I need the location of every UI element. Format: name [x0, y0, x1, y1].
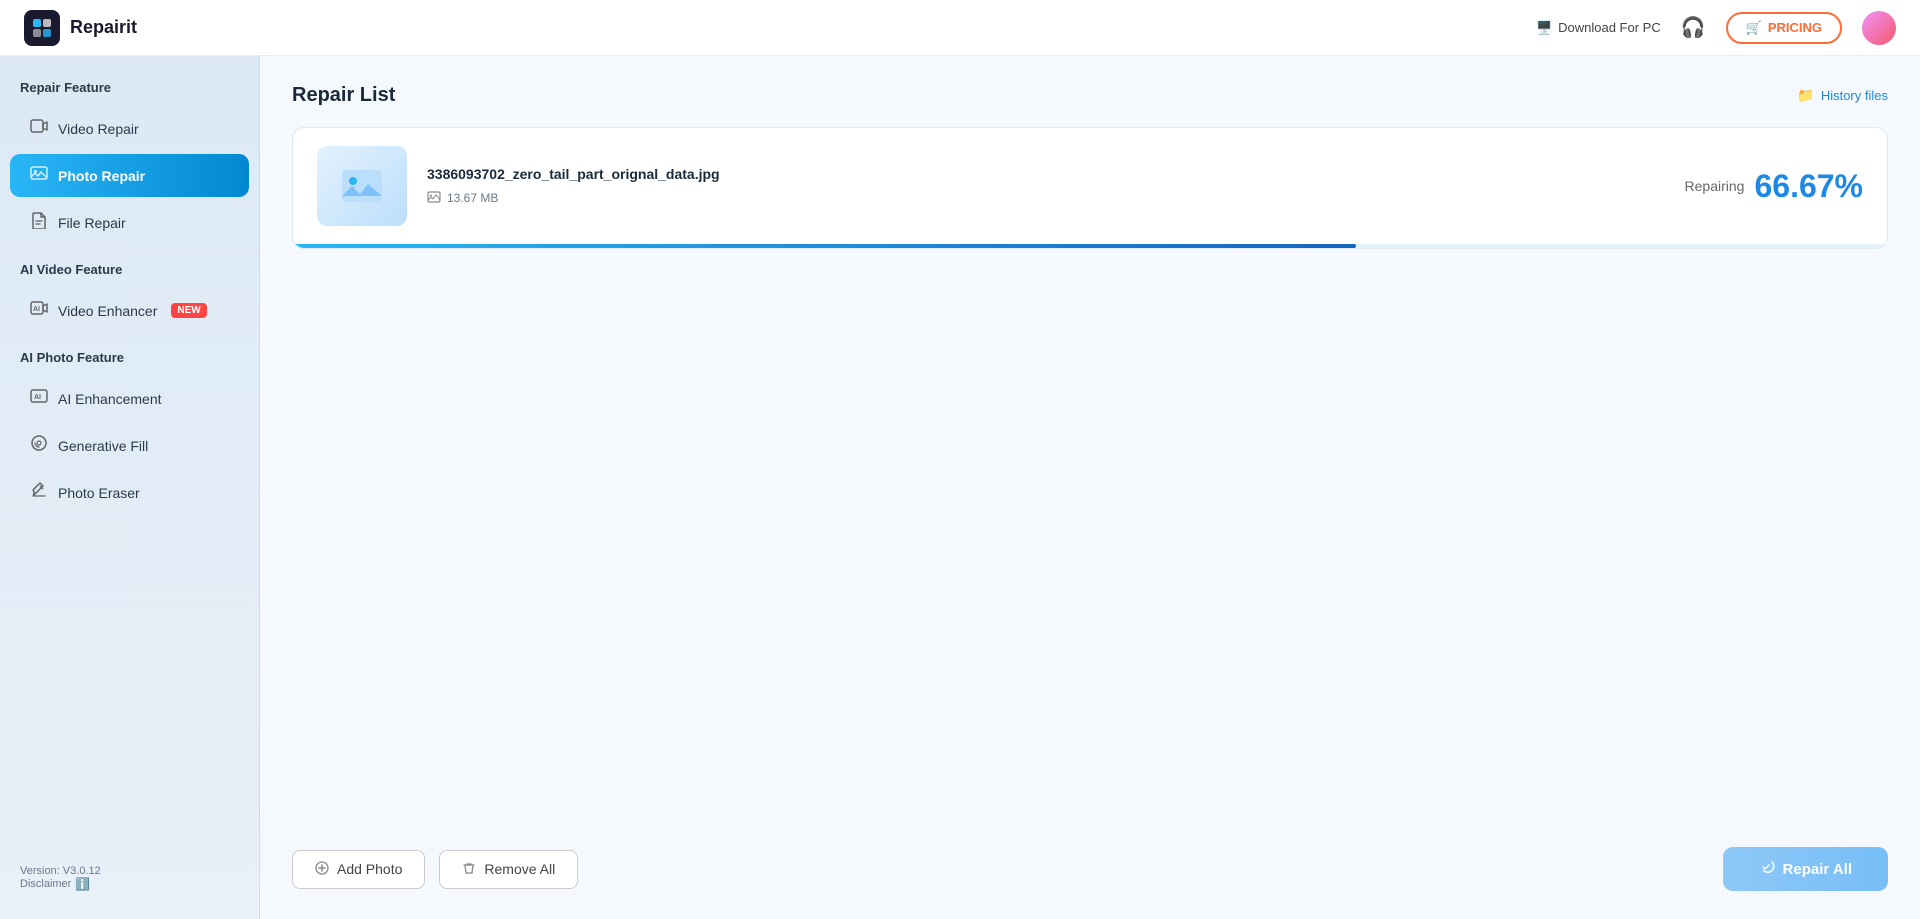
folder-icon: 📁	[1797, 87, 1814, 104]
svg-text:AI: AI	[34, 394, 41, 401]
info-icon: ℹ️	[75, 877, 90, 891]
ai-enhancement-label: AI Enhancement	[58, 391, 162, 407]
repair-card: 3386093702_zero_tail_part_orignal_data.j…	[292, 127, 1888, 249]
photo-repair-label: Photo Repair	[58, 168, 145, 184]
file-thumbnail	[317, 146, 407, 226]
history-files-button[interactable]: 📁 History files	[1797, 87, 1888, 104]
repairing-label: Repairing	[1685, 178, 1745, 194]
add-photo-button[interactable]: Add Photo	[292, 850, 425, 889]
progress-bar-fill	[293, 244, 1356, 248]
video-repair-label: Video Repair	[58, 121, 139, 137]
sidebar-footer: Version: V3.0.12 Disclaimer ℹ️	[0, 853, 259, 903]
sidebar-item-file-repair[interactable]: File Repair	[10, 201, 249, 244]
sidebar-item-photo-repair[interactable]: Photo Repair	[10, 154, 249, 197]
sidebar: Repair Feature Video Repair Photo Repair	[0, 56, 260, 919]
sidebar-item-video-repair[interactable]: Video Repair	[10, 107, 249, 150]
file-size: 13.67 MB	[427, 190, 1665, 207]
ai-video-feature-title: AI Video Feature	[0, 262, 259, 287]
content-area: Repair List 📁 History files 3386093702_z…	[260, 56, 1920, 919]
repair-list-title: Repair List	[292, 84, 395, 107]
repair-item: 3386093702_zero_tail_part_orignal_data.j…	[293, 128, 1887, 244]
support-icon[interactable]: 🎧	[1681, 15, 1706, 40]
generative-fill-icon	[30, 434, 48, 457]
file-size-value: 13.67 MB	[447, 191, 498, 205]
monitor-icon: 🖥️	[1536, 20, 1552, 36]
video-repair-icon	[30, 117, 48, 140]
trash-icon	[462, 861, 476, 878]
file-name: 3386093702_zero_tail_part_orignal_data.j…	[427, 166, 1665, 182]
file-info: 3386093702_zero_tail_part_orignal_data.j…	[427, 166, 1665, 207]
logo-text: Repairit	[70, 17, 137, 38]
repair-icon	[1759, 859, 1775, 879]
svg-text:AI: AI	[33, 306, 40, 313]
file-repair-label: File Repair	[58, 215, 126, 231]
disclaimer-label: Disclaimer	[20, 878, 71, 890]
history-files-label: History files	[1821, 88, 1888, 103]
repair-status: Repairing 66.67%	[1685, 168, 1863, 205]
video-enhancer-label: Video Enhancer	[58, 303, 157, 319]
new-badge: NEW	[171, 303, 206, 318]
progress-bar-container	[293, 244, 1887, 248]
repair-feature-title: Repair Feature	[0, 80, 259, 105]
sidebar-item-photo-eraser[interactable]: Photo Eraser	[10, 471, 249, 514]
file-size-icon	[427, 190, 441, 207]
generative-fill-label: Generative Fill	[58, 438, 148, 454]
photo-eraser-label: Photo Eraser	[58, 485, 140, 501]
repair-percent: 66.67%	[1754, 168, 1863, 205]
header-actions: 🖥️ Download For PC 🎧 🛒 PRICING	[1536, 11, 1896, 45]
cart-icon: 🛒	[1746, 20, 1762, 36]
disclaimer-button[interactable]: Disclaimer ℹ️	[20, 877, 239, 891]
sidebar-item-ai-enhancement[interactable]: AI AI Enhancement	[10, 377, 249, 420]
repair-all-button[interactable]: Repair All	[1723, 847, 1888, 891]
pricing-button[interactable]: 🛒 PRICING	[1726, 12, 1842, 44]
download-pc-button[interactable]: 🖥️ Download For PC	[1536, 20, 1661, 36]
main-layout: Repair Feature Video Repair Photo Repair	[0, 56, 1920, 919]
ai-photo-feature-title: AI Photo Feature	[0, 350, 259, 375]
file-repair-icon	[30, 211, 48, 234]
bottom-toolbar: Add Photo Remove All	[292, 827, 1888, 891]
version-label: Version: V3.0.12	[20, 865, 239, 877]
logo-icon	[24, 10, 60, 46]
bottom-left-buttons: Add Photo Remove All	[292, 850, 578, 889]
sidebar-item-video-enhancer[interactable]: AI Video Enhancer NEW	[10, 289, 249, 332]
avatar[interactable]	[1862, 11, 1896, 45]
ai-enhancement-icon: AI	[30, 387, 48, 410]
video-enhancer-icon: AI	[30, 299, 48, 322]
logo-area: Repairit	[24, 10, 137, 46]
remove-all-button[interactable]: Remove All	[439, 850, 578, 889]
add-icon	[315, 861, 329, 878]
photo-repair-icon	[30, 164, 48, 187]
sidebar-item-generative-fill[interactable]: Generative Fill	[10, 424, 249, 467]
content-header: Repair List 📁 History files	[292, 84, 1888, 107]
photo-eraser-icon	[30, 481, 48, 504]
header: Repairit 🖥️ Download For PC 🎧 🛒 PRICING	[0, 0, 1920, 56]
